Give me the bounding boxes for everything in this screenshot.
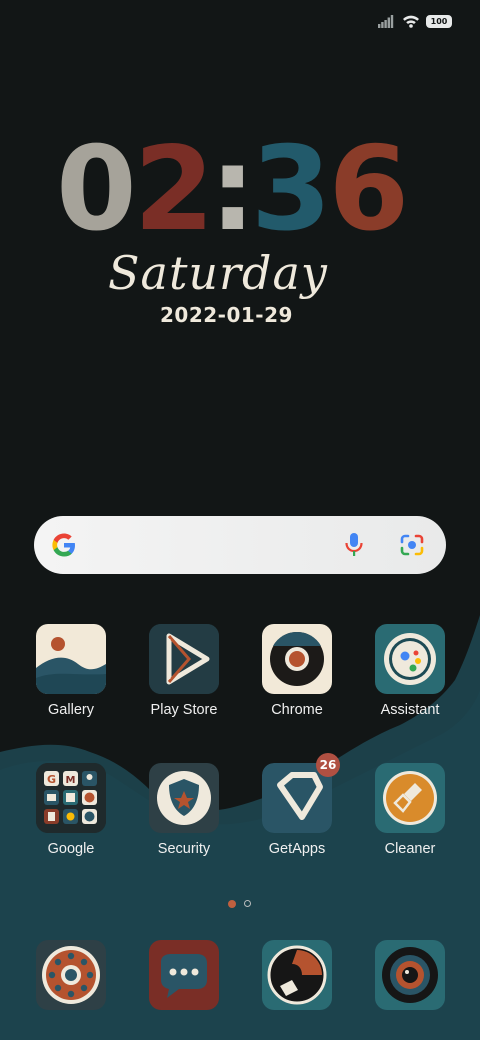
app-assistant[interactable]: Assistant xyxy=(360,624,460,718)
dock-browser[interactable] xyxy=(247,940,347,1010)
app-cleaner[interactable]: Cleaner xyxy=(360,763,460,857)
app-label: Chrome xyxy=(271,702,323,718)
app-label: GetApps xyxy=(268,841,326,857)
browser-icon[interactable] xyxy=(262,940,332,1010)
clock-time: 02:36 xyxy=(56,122,410,257)
status-bar: 100 xyxy=(378,14,452,28)
app-label: Google xyxy=(47,841,95,857)
clock-colon: : xyxy=(209,122,255,257)
dock-camera[interactable] xyxy=(360,940,460,1010)
search-bar[interactable] xyxy=(34,516,446,574)
app-gallery[interactable]: Gallery xyxy=(21,624,121,718)
svg-text:G: G xyxy=(47,773,56,786)
clock-digit: 2 xyxy=(133,122,215,257)
messages-icon[interactable] xyxy=(149,940,219,1010)
gallery-icon[interactable] xyxy=(36,624,106,694)
cleaner-icon[interactable] xyxy=(375,763,445,833)
camera-icon[interactable] xyxy=(375,940,445,1010)
clock-day: Saturday xyxy=(108,246,328,300)
app-security[interactable]: Security xyxy=(134,763,234,857)
assistant-icon[interactable] xyxy=(375,624,445,694)
notification-badge: 26 xyxy=(316,753,340,777)
app-label: Assistant xyxy=(380,702,440,718)
page-indicator-inactive[interactable] xyxy=(244,900,251,907)
clock-date: 2022-01-29 xyxy=(160,303,293,327)
clock-digit: 0 xyxy=(56,122,137,257)
clock-digit: 6 xyxy=(328,122,410,257)
lens-icon[interactable] xyxy=(399,533,425,557)
app-label: Security xyxy=(157,841,211,857)
clock-digit: 3 xyxy=(250,122,332,257)
svg-text:M: M xyxy=(66,775,76,786)
dock-phone[interactable] xyxy=(21,940,121,1010)
microphone-icon[interactable] xyxy=(343,531,365,559)
google-icon[interactable] xyxy=(50,531,78,559)
app-google-folder[interactable]: G M Google xyxy=(21,763,121,857)
dock-messages[interactable] xyxy=(134,940,234,1010)
signal-icon xyxy=(378,15,394,28)
battery-icon: 100 xyxy=(426,14,452,28)
chrome-icon[interactable] xyxy=(262,624,332,694)
phone-dialer-icon[interactable] xyxy=(36,940,106,1010)
app-label: Cleaner xyxy=(384,841,436,857)
app-getapps[interactable]: 26 GetApps xyxy=(247,753,347,857)
security-icon[interactable] xyxy=(149,763,219,833)
app-play-store[interactable]: Play Store xyxy=(134,624,234,718)
app-label: Gallery xyxy=(48,702,94,718)
app-label: Play Store xyxy=(150,702,218,718)
google-folder-icon[interactable]: G M xyxy=(36,763,106,833)
page-indicator-active[interactable] xyxy=(228,900,236,908)
app-chrome[interactable]: Chrome xyxy=(247,624,347,718)
getapps-icon[interactable]: 26 xyxy=(262,753,340,833)
play-store-icon[interactable] xyxy=(149,624,219,694)
wifi-icon xyxy=(403,15,419,28)
